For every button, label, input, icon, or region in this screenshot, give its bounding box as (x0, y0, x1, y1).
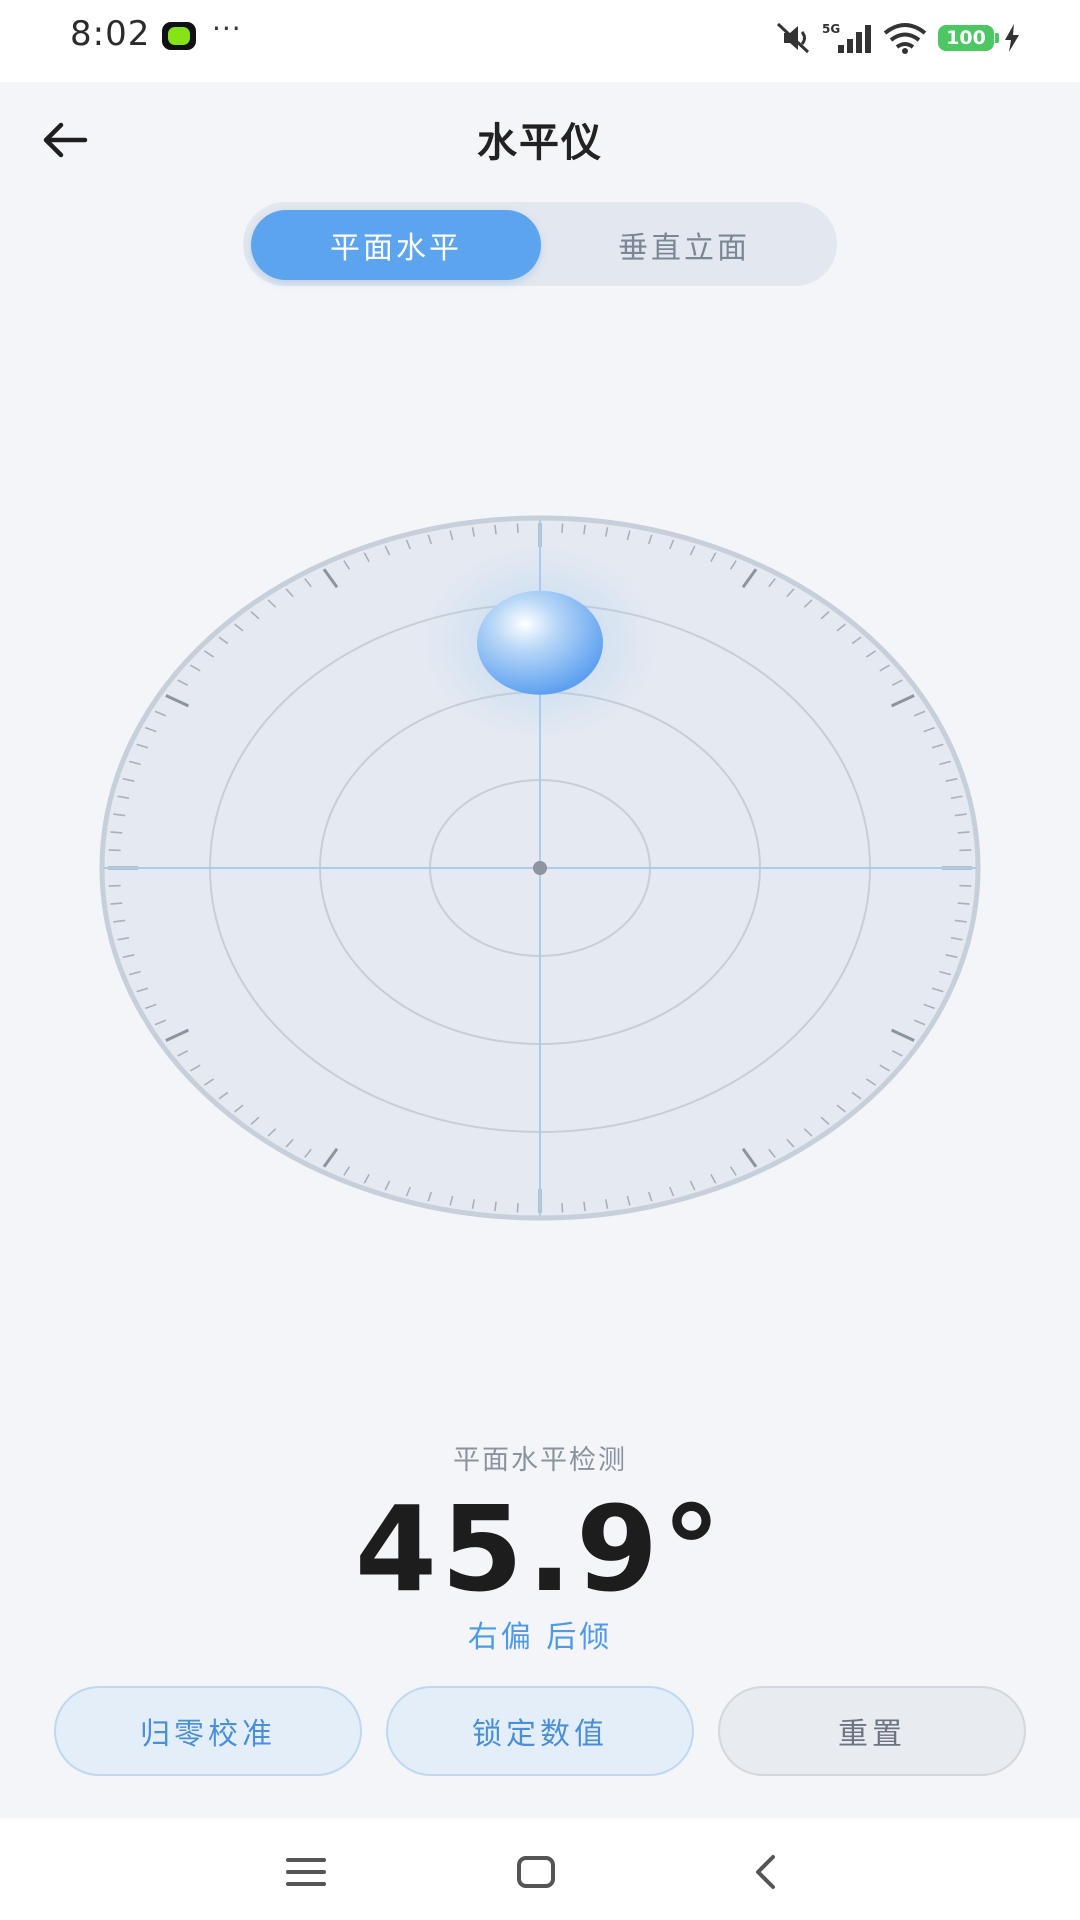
lock-value-button[interactable]: 锁定数值 (386, 1686, 694, 1776)
angle-readout: 45.9° (354, 1480, 726, 1618)
level-dial (99, 515, 981, 1221)
mode-label: 平面水平检测 (453, 1445, 627, 1476)
mute-icon (776, 22, 810, 54)
battery-icon: 100 (938, 25, 999, 51)
dial-tick (959, 849, 972, 852)
system-nav-bar (0, 1818, 1080, 1920)
wifi-icon (883, 23, 927, 54)
nav-menu-button[interactable] (276, 1842, 336, 1902)
charging-icon (1005, 24, 1019, 52)
dial-tick (957, 831, 970, 834)
dial-tick (561, 523, 564, 534)
dial-tick (561, 1202, 564, 1213)
status-icons: 5G 100 (774, 18, 1020, 58)
dial-tick (516, 1202, 519, 1213)
center-dot (533, 861, 547, 875)
status-bar: 8:02 ··· 5G 100 (0, 0, 1080, 82)
network-type: 5G (822, 22, 840, 36)
tab-surface-level[interactable]: 平面水平 (251, 210, 541, 280)
nav-back-button[interactable] (736, 1842, 796, 1902)
reset-button[interactable]: 重置 (718, 1686, 1026, 1776)
app-notification-icon (162, 22, 196, 50)
more-notifications-icon: ··· (212, 12, 242, 45)
tab-vertical-level[interactable]: 垂直立面 (539, 210, 829, 280)
back-icon (756, 1855, 775, 1889)
dial-tick (959, 884, 972, 887)
nav-home-button[interactable] (506, 1842, 566, 1902)
dial-tick (516, 523, 519, 534)
home-icon (517, 1856, 555, 1888)
status-time: 8:02 (70, 14, 151, 54)
page-title: 水平仪 (477, 120, 603, 166)
calibrate-zero-button[interactable]: 归零校准 (54, 1686, 362, 1776)
signal-5g-icon: 5G (822, 22, 871, 53)
mode-switch: 平面水平 垂直立面 (243, 202, 837, 286)
level-bubble (420, 542, 660, 743)
dial-tick (957, 902, 970, 905)
dial-tick (108, 884, 121, 887)
dial-tick (110, 902, 123, 905)
dial-tick (108, 849, 121, 852)
tilt-direction: 右偏 后倾 (467, 1620, 613, 1655)
menu-icon (286, 1858, 326, 1886)
dial-tick (110, 831, 123, 834)
